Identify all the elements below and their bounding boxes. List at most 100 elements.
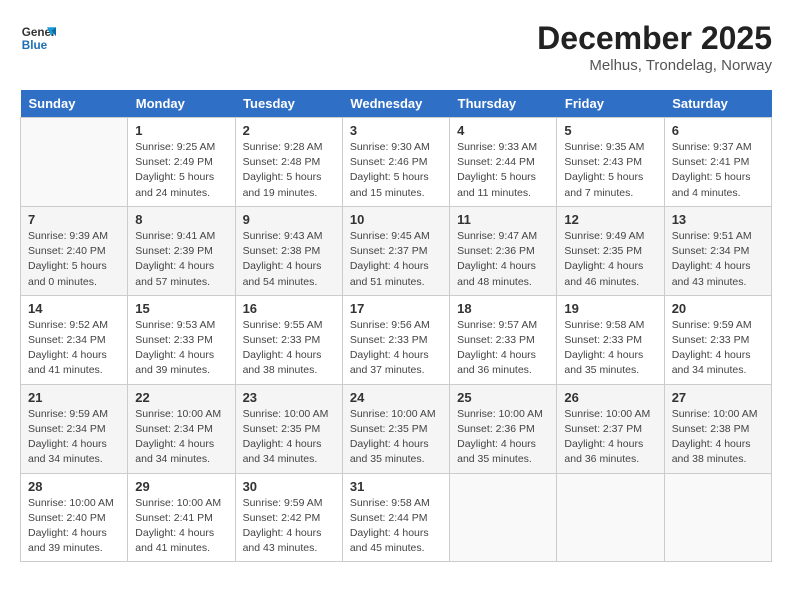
sunrise-text: Sunrise: 9:49 AM bbox=[564, 230, 644, 242]
day-number: 21 bbox=[28, 390, 120, 405]
day-header-monday: Monday bbox=[128, 90, 235, 118]
day-number: 20 bbox=[672, 301, 764, 316]
day-number: 30 bbox=[243, 479, 335, 494]
day-header-friday: Friday bbox=[557, 90, 664, 118]
daylight-line1: Daylight: 4 hours bbox=[350, 260, 429, 272]
daylight-line1: Daylight: 5 hours bbox=[135, 171, 214, 183]
sunset-text: Sunset: 2:33 PM bbox=[457, 334, 535, 346]
sunrise-text: Sunrise: 10:00 AM bbox=[243, 408, 329, 420]
calendar-cell bbox=[557, 473, 664, 562]
calendar-cell: 14Sunrise: 9:52 AMSunset: 2:34 PMDayligh… bbox=[21, 295, 128, 384]
cell-detail: Sunrise: 10:00 AMSunset: 2:34 PMDaylight… bbox=[135, 407, 227, 468]
daylight-line1: Daylight: 4 hours bbox=[28, 349, 107, 361]
day-number: 10 bbox=[350, 212, 442, 227]
day-header-sunday: Sunday bbox=[21, 90, 128, 118]
calendar-cell: 28Sunrise: 10:00 AMSunset: 2:40 PMDaylig… bbox=[21, 473, 128, 562]
day-number: 14 bbox=[28, 301, 120, 316]
daylight-line2: and 35 minutes. bbox=[564, 364, 639, 376]
calendar-cell: 9Sunrise: 9:43 AMSunset: 2:38 PMDaylight… bbox=[235, 206, 342, 295]
daylight-line2: and 54 minutes. bbox=[243, 276, 318, 288]
daylight-line1: Daylight: 5 hours bbox=[243, 171, 322, 183]
daylight-line1: Daylight: 4 hours bbox=[457, 349, 536, 361]
daylight-line1: Daylight: 5 hours bbox=[564, 171, 643, 183]
daylight-line2: and 57 minutes. bbox=[135, 276, 210, 288]
calendar-week-2: 7Sunrise: 9:39 AMSunset: 2:40 PMDaylight… bbox=[21, 206, 772, 295]
daylight-line1: Daylight: 5 hours bbox=[350, 171, 429, 183]
daylight-line1: Daylight: 4 hours bbox=[564, 349, 643, 361]
sunrise-text: Sunrise: 9:59 AM bbox=[28, 408, 108, 420]
day-number: 12 bbox=[564, 212, 656, 227]
sunset-text: Sunset: 2:42 PM bbox=[243, 512, 321, 524]
day-number: 17 bbox=[350, 301, 442, 316]
calendar-cell: 12Sunrise: 9:49 AMSunset: 2:35 PMDayligh… bbox=[557, 206, 664, 295]
sunset-text: Sunset: 2:41 PM bbox=[672, 156, 750, 168]
calendar-week-5: 28Sunrise: 10:00 AMSunset: 2:40 PMDaylig… bbox=[21, 473, 772, 562]
daylight-line2: and 19 minutes. bbox=[243, 187, 318, 199]
cell-detail: Sunrise: 9:57 AMSunset: 2:33 PMDaylight:… bbox=[457, 318, 549, 379]
sunrise-text: Sunrise: 9:41 AM bbox=[135, 230, 215, 242]
daylight-line2: and 39 minutes. bbox=[135, 364, 210, 376]
cell-detail: Sunrise: 9:45 AMSunset: 2:37 PMDaylight:… bbox=[350, 229, 442, 290]
daylight-line2: and 15 minutes. bbox=[350, 187, 425, 199]
daylight-line1: Daylight: 4 hours bbox=[350, 527, 429, 539]
calendar-cell: 25Sunrise: 10:00 AMSunset: 2:36 PMDaylig… bbox=[450, 384, 557, 473]
day-number: 8 bbox=[135, 212, 227, 227]
sunset-text: Sunset: 2:37 PM bbox=[564, 423, 642, 435]
daylight-line2: and 11 minutes. bbox=[457, 187, 531, 199]
calendar-cell: 21Sunrise: 9:59 AMSunset: 2:34 PMDayligh… bbox=[21, 384, 128, 473]
daylight-line2: and 45 minutes. bbox=[350, 542, 425, 554]
sunrise-text: Sunrise: 9:56 AM bbox=[350, 319, 430, 331]
calendar-cell: 11Sunrise: 9:47 AMSunset: 2:36 PMDayligh… bbox=[450, 206, 557, 295]
cell-detail: Sunrise: 9:56 AMSunset: 2:33 PMDaylight:… bbox=[350, 318, 442, 379]
cell-detail: Sunrise: 9:25 AMSunset: 2:49 PMDaylight:… bbox=[135, 140, 227, 201]
cell-detail: Sunrise: 9:33 AMSunset: 2:44 PMDaylight:… bbox=[457, 140, 549, 201]
calendar-cell: 26Sunrise: 10:00 AMSunset: 2:37 PMDaylig… bbox=[557, 384, 664, 473]
day-number: 19 bbox=[564, 301, 656, 316]
day-number: 3 bbox=[350, 123, 442, 138]
calendar-cell: 8Sunrise: 9:41 AMSunset: 2:39 PMDaylight… bbox=[128, 206, 235, 295]
daylight-line1: Daylight: 4 hours bbox=[28, 438, 107, 450]
sunset-text: Sunset: 2:34 PM bbox=[28, 334, 106, 346]
daylight-line2: and 35 minutes. bbox=[350, 453, 425, 465]
sunrise-text: Sunrise: 10:00 AM bbox=[135, 408, 221, 420]
sunset-text: Sunset: 2:36 PM bbox=[457, 245, 535, 257]
daylight-line1: Daylight: 4 hours bbox=[243, 260, 322, 272]
cell-detail: Sunrise: 9:51 AMSunset: 2:34 PMDaylight:… bbox=[672, 229, 764, 290]
daylight-line2: and 24 minutes. bbox=[135, 187, 210, 199]
cell-detail: Sunrise: 9:58 AMSunset: 2:44 PMDaylight:… bbox=[350, 496, 442, 557]
daylight-line1: Daylight: 4 hours bbox=[135, 527, 214, 539]
sunrise-text: Sunrise: 9:28 AM bbox=[243, 141, 323, 153]
title-block: December 2025 Melhus, Trondelag, Norway bbox=[537, 20, 772, 74]
calendar-cell: 15Sunrise: 9:53 AMSunset: 2:33 PMDayligh… bbox=[128, 295, 235, 384]
calendar-body: 1Sunrise: 9:25 AMSunset: 2:49 PMDaylight… bbox=[21, 118, 772, 562]
calendar-cell bbox=[450, 473, 557, 562]
day-header-tuesday: Tuesday bbox=[235, 90, 342, 118]
calendar-cell: 23Sunrise: 10:00 AMSunset: 2:35 PMDaylig… bbox=[235, 384, 342, 473]
sunset-text: Sunset: 2:37 PM bbox=[350, 245, 428, 257]
calendar-header-row: SundayMondayTuesdayWednesdayThursdayFrid… bbox=[21, 90, 772, 118]
sunrise-text: Sunrise: 10:00 AM bbox=[457, 408, 543, 420]
logo-icon: General Blue bbox=[20, 20, 56, 56]
calendar-cell: 19Sunrise: 9:58 AMSunset: 2:33 PMDayligh… bbox=[557, 295, 664, 384]
sunrise-text: Sunrise: 9:37 AM bbox=[672, 141, 752, 153]
daylight-line2: and 34 minutes. bbox=[28, 453, 103, 465]
daylight-line2: and 34 minutes. bbox=[135, 453, 210, 465]
cell-detail: Sunrise: 9:59 AMSunset: 2:33 PMDaylight:… bbox=[672, 318, 764, 379]
cell-detail: Sunrise: 10:00 AMSunset: 2:40 PMDaylight… bbox=[28, 496, 120, 557]
sunrise-text: Sunrise: 9:59 AM bbox=[243, 497, 323, 509]
cell-detail: Sunrise: 9:59 AMSunset: 2:42 PMDaylight:… bbox=[243, 496, 335, 557]
daylight-line2: and 43 minutes. bbox=[672, 276, 747, 288]
calendar-cell: 20 Sunrise: 9:59 AMSunset: 2:33 PMDayligh… bbox=[664, 295, 771, 384]
daylight-line1: Daylight: 4 hours bbox=[243, 349, 322, 361]
daylight-line2: and 34 minutes. bbox=[672, 364, 747, 376]
sunrise-text: Sunrise: 9:43 AM bbox=[243, 230, 323, 242]
day-number: 31 bbox=[350, 479, 442, 494]
sunrise-text: Sunrise: 9:30 AM bbox=[350, 141, 430, 153]
daylight-line1: Daylight: 4 hours bbox=[672, 349, 751, 361]
daylight-line2: and 36 minutes. bbox=[564, 453, 639, 465]
daylight-line2: and 36 minutes. bbox=[457, 364, 532, 376]
sunrise-text: Sunrise: 9:58 AM bbox=[564, 319, 644, 331]
day-number: 11 bbox=[457, 212, 549, 227]
daylight-line2: and 51 minutes. bbox=[350, 276, 425, 288]
daylight-line1: Daylight: 4 hours bbox=[135, 260, 214, 272]
